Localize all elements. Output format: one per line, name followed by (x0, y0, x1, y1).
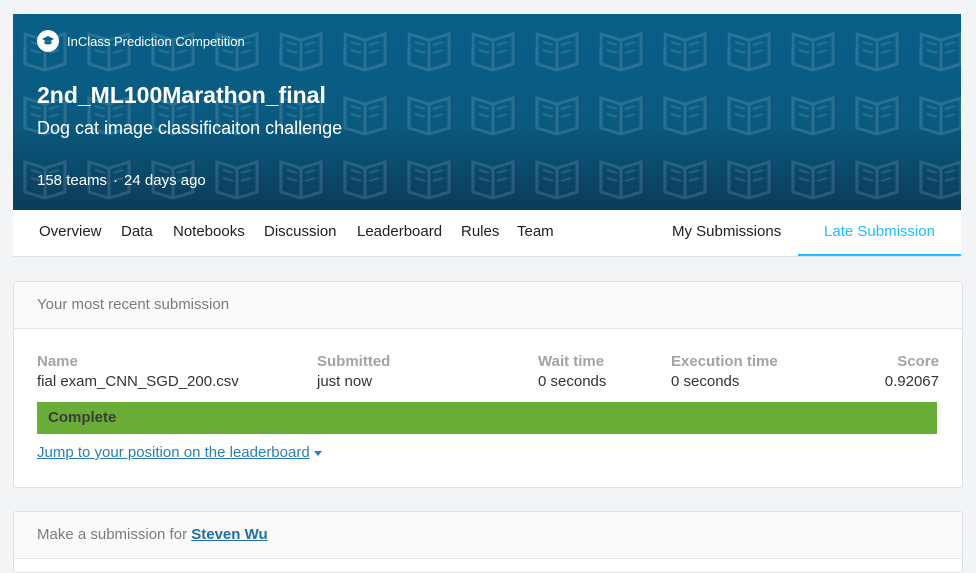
tab-late-submission[interactable]: Late Submission (798, 210, 961, 256)
tab-team[interactable]: Team (517, 210, 554, 254)
wait-time-column-header: Wait time (538, 353, 605, 370)
execution-time-column-header: Execution time (671, 353, 778, 370)
make-submission-card: Make a submission for Steven Wu (13, 511, 963, 573)
tab-leaderboard[interactable]: Leaderboard (357, 210, 442, 254)
score-value: 0.92067 (884, 373, 939, 390)
recent-submission-card: Your most recent submission Name fial ex… (13, 281, 963, 488)
tab-notebooks[interactable]: Notebooks (173, 210, 245, 254)
competition-age: 24 days ago (124, 172, 206, 189)
jump-link-label: Jump to your position on the leaderboard (37, 444, 310, 461)
submission-name-column: Name fial exam_CNN_SGD_200.csv (37, 353, 239, 390)
team-count: 158 teams (37, 172, 108, 189)
jump-to-leaderboard-link[interactable]: Jump to your position on the leaderboard (37, 444, 322, 461)
submitted-column-header: Submitted (317, 353, 391, 370)
tab-overview[interactable]: Overview (39, 210, 102, 254)
submission-file-name: fial exam_CNN_SGD_200.csv (37, 373, 239, 390)
tab-data[interactable]: Data (121, 210, 153, 254)
submitted-column: Submitted just now (317, 353, 390, 390)
meta-separator: · (113, 172, 119, 189)
execution-time-value: 0 seconds (671, 373, 740, 390)
name-column-header: Name (37, 353, 78, 370)
recent-submission-header: Your most recent submission (14, 282, 962, 329)
make-submission-header: Make a submission for Steven Wu (14, 512, 962, 559)
competition-type-badge: InClass Prediction Competition (37, 30, 245, 52)
competition-title: 2nd_ML100Marathon_final (37, 82, 326, 108)
score-column: Score 0.92067 (885, 353, 939, 390)
competition-banner: InClass Prediction Competition 2nd_ML100… (13, 14, 961, 210)
make-submission-prefix: Make a submission for (37, 526, 188, 543)
caret-down-icon (313, 450, 322, 456)
submission-status-bar: Complete (37, 402, 937, 434)
competition-subtitle: Dog cat image classificaiton challenge (37, 118, 343, 138)
score-column-header: Score (897, 353, 939, 370)
team-user-link[interactable]: Steven Wu (191, 526, 267, 543)
competition-meta: 158 teams · 24 days ago (37, 172, 206, 189)
wait-time-column: Wait time 0 seconds (538, 353, 606, 390)
competition-tabs: Overview Data Notebooks Discussion Leade… (13, 210, 961, 257)
execution-time-column: Execution time 0 seconds (671, 353, 778, 390)
submitted-value: just now (317, 373, 373, 390)
tab-my-submissions[interactable]: My Submissions (672, 210, 781, 254)
wait-time-value: 0 seconds (538, 373, 607, 390)
tab-rules[interactable]: Rules (461, 210, 499, 254)
competition-type-label: InClass Prediction Competition (67, 33, 245, 49)
graduation-cap-icon (37, 30, 59, 52)
tab-discussion[interactable]: Discussion (264, 210, 337, 254)
